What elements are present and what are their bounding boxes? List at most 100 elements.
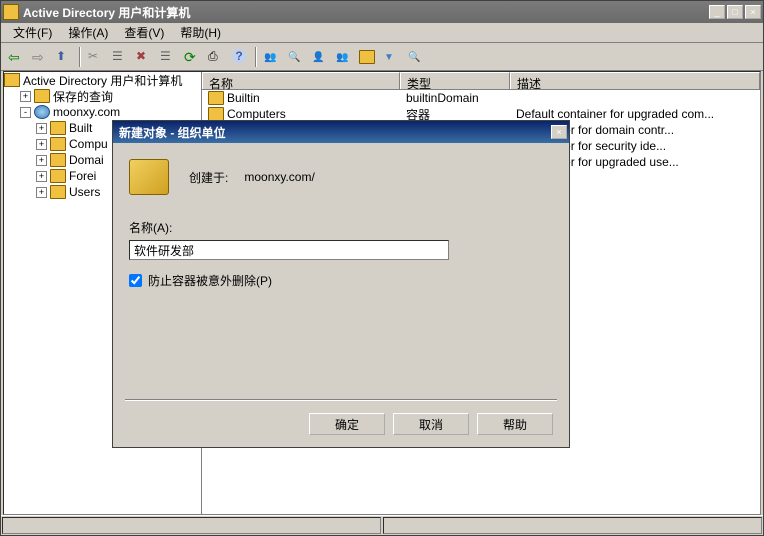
forward-icon: [32, 49, 48, 65]
maximize-button[interactable]: □: [727, 5, 743, 19]
props-icon: [112, 49, 128, 65]
dialog-separator: [125, 399, 557, 401]
app-icon: [3, 4, 19, 20]
expander-icon[interactable]: +: [36, 155, 47, 166]
search-icon: [408, 49, 424, 65]
dialog-titlebar[interactable]: 新建对象 - 组织单位 ×: [113, 121, 569, 143]
tree-label: Compu: [69, 137, 108, 151]
tree-label: moonxy.com: [53, 105, 120, 119]
minimize-button[interactable]: _: [709, 5, 725, 19]
up-button[interactable]: [53, 46, 75, 68]
col-type[interactable]: 类型: [400, 72, 510, 89]
folder-icon: [50, 153, 66, 167]
users-button[interactable]: [261, 46, 283, 68]
menubar: 文件(F) 操作(A) 查看(V) 帮助(H): [1, 23, 763, 43]
toolbar: [1, 43, 763, 71]
cancel-button[interactable]: 取消: [393, 413, 469, 435]
menu-file[interactable]: 文件(F): [5, 22, 60, 43]
dialog-body: 创建于: moonxy.com/ 名称(A): 防止容器被意外删除(P) 确定 …: [113, 143, 569, 305]
status-cell: [2, 517, 381, 534]
delete-button[interactable]: [133, 46, 155, 68]
window-title: Active Directory 用户和计算机: [23, 4, 709, 21]
folder-icon: [50, 185, 66, 199]
export-button[interactable]: [205, 46, 227, 68]
tree-label: Users: [69, 185, 100, 199]
created-in-value: moonxy.com/: [244, 170, 314, 184]
list-row[interactable]: Builtin builtinDomain: [202, 90, 760, 106]
cell-name: Builtin: [227, 91, 260, 105]
folder-icon: [208, 107, 224, 121]
close-button[interactable]: ×: [745, 5, 761, 19]
folder-icon: [359, 50, 375, 64]
tree-label: Forei: [69, 169, 96, 183]
new-group-icon: [336, 49, 352, 65]
main-titlebar[interactable]: Active Directory 用户和计算机 _ □ ×: [1, 1, 763, 23]
back-icon: [8, 49, 24, 65]
menu-action[interactable]: 操作(A): [60, 22, 116, 43]
dialog-title: 新建对象 - 组织单位: [115, 124, 551, 141]
export-icon: [208, 49, 224, 65]
folder-icon: [50, 137, 66, 151]
menu-view[interactable]: 查看(V): [116, 22, 172, 43]
col-name[interactable]: 名称: [202, 72, 400, 89]
refresh-button[interactable]: [181, 46, 203, 68]
new-user-icon: [312, 49, 328, 65]
forward-button[interactable]: [29, 46, 51, 68]
created-in-label: 创建于:: [189, 169, 228, 186]
ok-button[interactable]: 确定: [309, 413, 385, 435]
protect-checkbox[interactable]: [129, 274, 142, 287]
folder-icon: [208, 91, 224, 105]
expander-icon[interactable]: +: [20, 91, 31, 102]
props-button[interactable]: [109, 46, 131, 68]
expander-icon[interactable]: +: [36, 171, 47, 182]
delete-icon: [136, 49, 152, 65]
help-button[interactable]: 帮助: [477, 413, 553, 435]
properties-button[interactable]: [157, 46, 179, 68]
up-icon: [56, 49, 72, 65]
folder-icon: [50, 169, 66, 183]
folder-icon: [50, 121, 66, 135]
tree-root[interactable]: Active Directory 用户和计算机: [4, 72, 201, 88]
search-button[interactable]: [405, 46, 427, 68]
tree-label: Active Directory 用户和计算机: [23, 72, 182, 89]
ou-icon: [129, 159, 169, 195]
expander-icon[interactable]: +: [36, 187, 47, 198]
back-button[interactable]: [5, 46, 27, 68]
dialog-close-button[interactable]: ×: [551, 125, 567, 139]
cut-button[interactable]: [85, 46, 107, 68]
new-group-button[interactable]: [333, 46, 355, 68]
new-ou-button[interactable]: [357, 46, 379, 68]
statusbar: [1, 515, 763, 535]
menu-help[interactable]: 帮助(H): [172, 22, 229, 43]
filter-button[interactable]: [381, 46, 403, 68]
cell-name: Computers: [227, 107, 286, 121]
toolbar-sep: [79, 47, 81, 67]
status-cell: [383, 517, 762, 534]
find-button[interactable]: [285, 46, 307, 68]
tree-label: Domai: [69, 153, 104, 167]
tree-saved-queries[interactable]: + 保存的查询: [4, 88, 201, 104]
name-input[interactable]: [129, 240, 449, 260]
folder-icon: [34, 89, 50, 103]
expander-icon[interactable]: -: [20, 107, 31, 118]
expander-icon[interactable]: +: [36, 123, 47, 134]
properties-icon: [160, 49, 176, 65]
help-icon: [232, 49, 248, 65]
tree-label: Built: [69, 121, 92, 135]
cell-type: builtinDomain: [400, 91, 510, 105]
ad-icon: [4, 73, 20, 87]
cut-icon: [88, 49, 104, 65]
tree-label: 保存的查询: [53, 88, 113, 105]
globe-icon: [34, 105, 50, 119]
col-desc[interactable]: 描述: [510, 72, 760, 89]
refresh-icon: [184, 49, 200, 65]
name-label: 名称(A):: [129, 219, 553, 236]
list-header: 名称 类型 描述: [202, 72, 760, 90]
find-icon: [288, 49, 304, 65]
new-object-dialog: 新建对象 - 组织单位 × 创建于: moonxy.com/ 名称(A): 防止…: [112, 120, 570, 448]
expander-icon[interactable]: +: [36, 139, 47, 150]
users-icon: [264, 49, 280, 65]
help-button[interactable]: [229, 46, 251, 68]
new-user-button[interactable]: [309, 46, 331, 68]
tree-domain[interactable]: - moonxy.com: [4, 104, 201, 120]
